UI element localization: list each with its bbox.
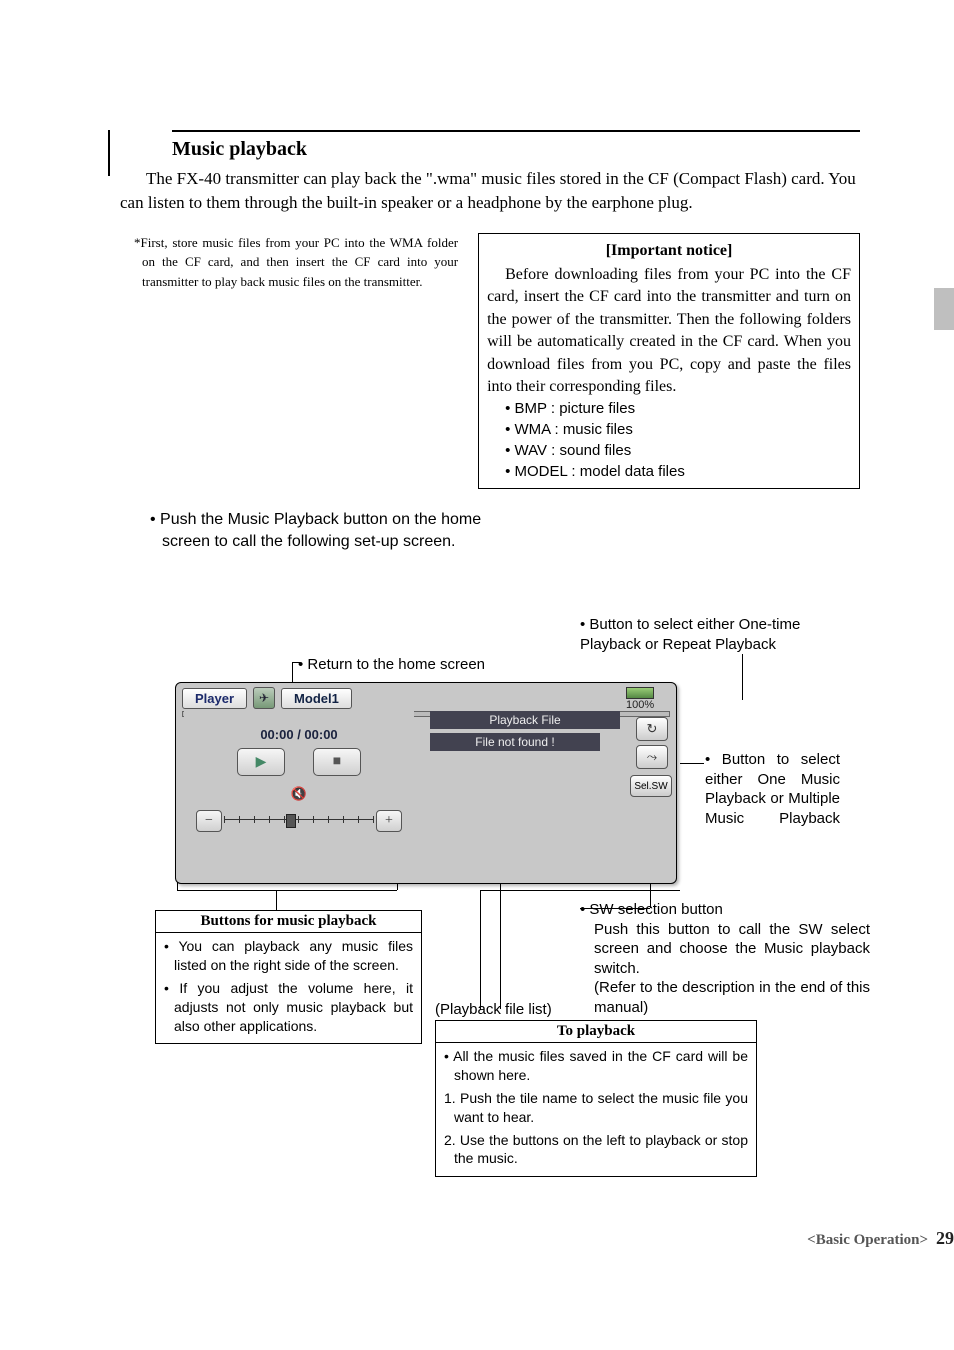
player-title-button[interactable]: Player (182, 688, 247, 709)
model-icon[interactable]: ✈ (253, 687, 275, 709)
model-name-button[interactable]: Model1 (281, 688, 352, 709)
stop-button[interactable]: ■ (313, 748, 361, 776)
file-not-found: File not found ! (430, 733, 600, 751)
multi-toggle-button[interactable]: ⤳ (636, 745, 668, 769)
page-footer: <Basic Operation> 29 (0, 1228, 954, 1249)
to-playback-step: 1. Push the tile name to select the musi… (444, 1089, 748, 1127)
volume-up-button[interactable]: + (376, 810, 402, 832)
battery-indicator: 100% (626, 687, 654, 711)
repeat-toggle-button[interactable]: ↻ (636, 717, 668, 741)
speaker-icon: 🔇 (184, 786, 414, 802)
playback-buttons-note: • You can playback any music files liste… (164, 937, 413, 975)
intro-paragraph: The FX-40 transmitter can play back the … (120, 167, 860, 215)
section-title: Music playback (172, 138, 860, 161)
playback-file-header: Playback File (430, 711, 620, 729)
call-instruction: • Push the Music Playback button on the … (150, 509, 492, 552)
volume-down-button[interactable]: − (196, 810, 222, 832)
callout-sw: • SW selection button Push this button t… (580, 900, 870, 1017)
player-window: Player ✈ Model1 100% 00:00 / 00:00 ▶ ■ 🔇… (175, 682, 677, 884)
notice-item: • WAV : sound files (505, 440, 851, 461)
callout-playback-list: (Playback file list) (435, 1000, 552, 1020)
notice-item: • BMP : picture files (505, 398, 851, 419)
prep-note: *First, store music files from your PC i… (120, 233, 458, 490)
callout-return-home: • Return to the home screen (298, 655, 485, 675)
to-playback-title: To playback (436, 1021, 756, 1042)
important-notice-box: [Important notice] Before downloading fi… (478, 233, 860, 490)
to-playback-note: • All the music files saved in the CF ca… (444, 1047, 748, 1085)
volume-handle[interactable] (286, 814, 296, 828)
playback-buttons-note: • If you adjust the volume here, it adju… (164, 979, 413, 1036)
notice-item: • MODEL : model data files (505, 461, 851, 482)
callout-multi: • Button to select either One Music Play… (705, 750, 840, 828)
notice-title: [Important notice] (487, 240, 851, 262)
notice-item: • WMA : music files (505, 419, 851, 440)
play-button[interactable]: ▶ (237, 748, 285, 776)
callout-repeat: • Button to select either One-time Playb… (580, 615, 850, 654)
to-playback-step: 2. Use the buttons on the left to playba… (444, 1131, 748, 1169)
time-display: 00:00 / 00:00 (184, 727, 414, 742)
sel-sw-button[interactable]: Sel.SW (630, 775, 672, 797)
side-tab (934, 288, 954, 330)
volume-slider[interactable]: − + (196, 804, 402, 834)
playback-buttons-title: Buttons for music playback (156, 911, 421, 932)
notice-body: Before downloading files from your PC in… (487, 264, 851, 398)
